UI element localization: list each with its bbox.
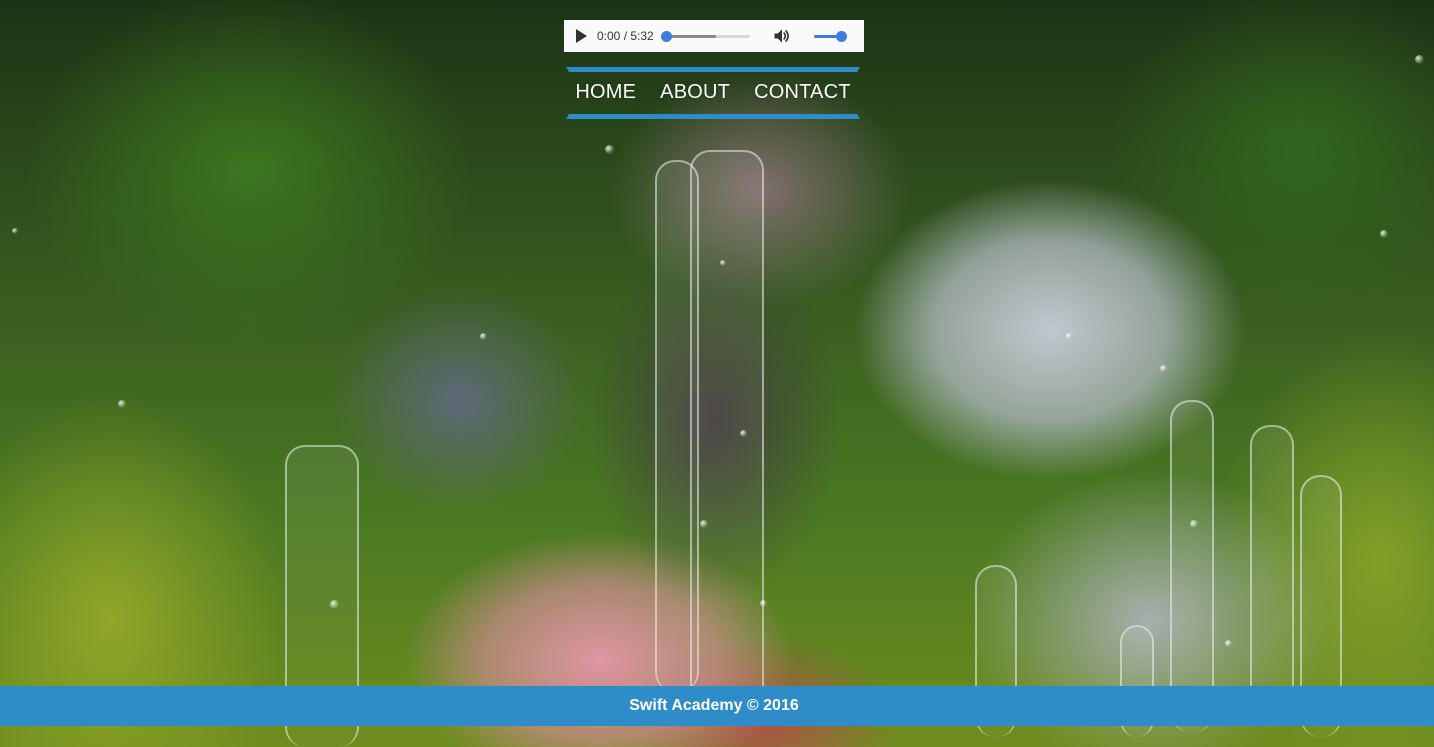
volume-slider[interactable] xyxy=(813,30,847,42)
raindrop xyxy=(760,600,767,607)
raindrop xyxy=(1380,230,1388,238)
water-streak xyxy=(1170,400,1214,732)
raindrop xyxy=(1190,520,1198,528)
raindrop xyxy=(740,430,747,437)
water-streak xyxy=(1250,425,1294,727)
total-time: 5:32 xyxy=(630,29,654,43)
raindrop xyxy=(605,145,614,154)
raindrop xyxy=(330,600,339,609)
raindrop xyxy=(480,333,487,340)
seek-slider[interactable] xyxy=(660,30,750,42)
current-time: 0:00 xyxy=(597,29,621,43)
play-icon[interactable] xyxy=(576,29,587,43)
nav-link-home[interactable]: HOME xyxy=(575,81,636,104)
raindrop xyxy=(118,400,126,408)
raindrop xyxy=(1415,55,1424,64)
footer-copyright: Swift Academy © 2016 xyxy=(629,697,799,714)
raindrop xyxy=(720,260,726,266)
seek-thumb[interactable] xyxy=(660,30,672,42)
time-separator: / xyxy=(620,29,631,43)
water-streak xyxy=(690,150,764,712)
time-display: 0:00 / 5:32 xyxy=(597,29,654,43)
raindrop xyxy=(700,520,708,528)
nav-link-about[interactable]: ABOUT xyxy=(660,81,730,104)
nav-top-border xyxy=(566,67,860,72)
raindrop xyxy=(1160,365,1167,372)
volume-thumb[interactable] xyxy=(835,30,847,42)
raindrop xyxy=(12,228,18,234)
page: 0:00 / 5:32 HOME ABOUT CONTACT Swift Aca… xyxy=(0,0,1434,747)
raindrop xyxy=(1066,333,1072,339)
raindrop xyxy=(1225,640,1232,647)
nav-link-contact[interactable]: CONTACT xyxy=(754,81,851,104)
nav-bottom-border xyxy=(566,114,860,119)
volume-icon[interactable] xyxy=(772,26,792,46)
main-nav: HOME ABOUT CONTACT xyxy=(566,66,860,120)
footer: Swift Academy © 2016 xyxy=(0,686,1434,726)
nav-links: HOME ABOUT CONTACT xyxy=(566,81,860,104)
audio-player[interactable]: 0:00 / 5:32 xyxy=(564,20,864,52)
buffered-bar xyxy=(665,34,717,38)
